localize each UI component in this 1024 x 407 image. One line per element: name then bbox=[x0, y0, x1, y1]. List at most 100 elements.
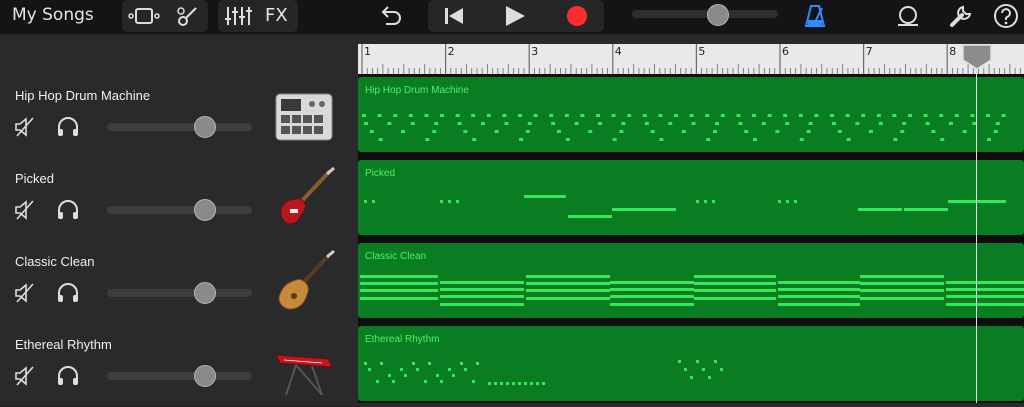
mute-icon[interactable] bbox=[14, 199, 36, 226]
timeline-ruler[interactable]: 1 2 3 4 5 6 7 8 bbox=[358, 44, 1024, 74]
drum-machine-icon bbox=[272, 84, 336, 148]
track-volume-thumb[interactable] bbox=[194, 116, 216, 138]
region-ethereal-rhythm[interactable]: Ethereal Rhythm bbox=[358, 326, 1024, 401]
midi-note bbox=[551, 122, 556, 125]
midi-note bbox=[504, 122, 509, 125]
track-volume-slider[interactable] bbox=[107, 365, 252, 387]
midi-note bbox=[360, 282, 438, 285]
playhead[interactable] bbox=[962, 44, 992, 403]
ruler-bar-label: 8 bbox=[949, 45, 957, 58]
track-header-classic-clean[interactable]: Classic Clean bbox=[0, 240, 358, 324]
midi-note bbox=[526, 289, 610, 292]
headphones-icon[interactable] bbox=[56, 282, 80, 309]
midi-note bbox=[714, 360, 717, 363]
headphones-icon[interactable] bbox=[56, 116, 80, 143]
midi-note bbox=[708, 376, 711, 379]
midi-note bbox=[612, 138, 617, 141]
midi-note bbox=[392, 380, 395, 383]
ruler-bar-label: 7 bbox=[865, 45, 873, 58]
rewind-icon[interactable] bbox=[444, 6, 464, 31]
region-notes bbox=[364, 360, 723, 385]
midi-note bbox=[557, 130, 561, 133]
midi-note bbox=[696, 360, 699, 363]
midi-note bbox=[860, 289, 944, 292]
headphones-icon[interactable] bbox=[56, 199, 80, 226]
midi-note bbox=[533, 114, 538, 117]
midi-note bbox=[619, 130, 624, 133]
my-songs-button[interactable]: My Songs bbox=[12, 5, 94, 25]
track-volume-thumb[interactable] bbox=[194, 365, 216, 387]
midi-note bbox=[506, 382, 509, 385]
track-volume-thumb[interactable] bbox=[194, 282, 216, 304]
ruler-bar-label: 4 bbox=[614, 45, 622, 58]
midi-note bbox=[500, 382, 503, 385]
midi-note bbox=[712, 200, 715, 203]
midi-note bbox=[564, 114, 569, 117]
settings-icon[interactable] bbox=[948, 3, 974, 34]
midi-note bbox=[612, 208, 676, 211]
midi-note bbox=[783, 114, 788, 117]
tracks-area[interactable]: Hip Hop Drum Machine Picked Classic Clea… bbox=[358, 74, 1024, 403]
metronome-icon[interactable] bbox=[804, 4, 826, 33]
bass-guitar-icon bbox=[272, 166, 336, 231]
undo-icon[interactable] bbox=[378, 4, 404, 33]
track-header-hip-hop-drum-machine[interactable]: Hip Hop Drum Machine bbox=[0, 74, 358, 158]
playhead-handle[interactable] bbox=[962, 44, 992, 70]
midi-note bbox=[457, 122, 462, 125]
mixer-icon[interactable] bbox=[224, 5, 252, 32]
midi-note bbox=[568, 215, 612, 218]
midi-note bbox=[376, 380, 379, 383]
midi-note bbox=[720, 114, 725, 117]
track-header-ethereal-rhythm[interactable]: Ethereal Rhythm bbox=[0, 323, 358, 407]
midi-note bbox=[432, 130, 437, 133]
mute-icon[interactable] bbox=[14, 365, 36, 392]
midi-note bbox=[596, 114, 600, 117]
midi-note bbox=[387, 122, 392, 125]
midi-note bbox=[404, 374, 407, 377]
midi-note bbox=[471, 114, 476, 117]
midi-note bbox=[416, 368, 419, 371]
midi-note bbox=[861, 114, 866, 117]
midi-note bbox=[436, 374, 439, 377]
midi-note bbox=[502, 114, 507, 117]
midi-note bbox=[372, 200, 375, 203]
loop-icon[interactable] bbox=[896, 4, 920, 33]
track-volume-slider[interactable] bbox=[107, 199, 252, 221]
midi-note bbox=[378, 138, 383, 141]
tracks-view-icon[interactable] bbox=[128, 8, 160, 29]
region-hip-hop-drum-machine[interactable]: Hip Hop Drum Machine bbox=[358, 77, 1024, 152]
midi-note bbox=[428, 362, 431, 365]
browser-icon[interactable] bbox=[176, 4, 200, 33]
region-picked[interactable]: Picked bbox=[358, 160, 1024, 235]
mute-icon[interactable] bbox=[14, 282, 36, 309]
midi-note bbox=[860, 282, 944, 285]
record-icon[interactable] bbox=[566, 5, 588, 32]
midi-note bbox=[360, 289, 438, 292]
track-volume-slider[interactable] bbox=[107, 282, 252, 304]
midi-note bbox=[832, 122, 836, 125]
master-volume-thumb[interactable] bbox=[707, 4, 729, 26]
region-classic-clean[interactable]: Classic Clean bbox=[358, 243, 1024, 318]
midi-note bbox=[525, 130, 530, 133]
midi-note bbox=[542, 382, 545, 385]
midi-note bbox=[925, 122, 930, 125]
midi-note bbox=[713, 130, 717, 133]
track-volume-thumb[interactable] bbox=[194, 199, 216, 221]
region-notes bbox=[364, 195, 1006, 218]
headphones-icon[interactable] bbox=[56, 365, 80, 392]
help-icon[interactable] bbox=[993, 3, 1019, 34]
midi-note bbox=[440, 288, 524, 291]
fx-button[interactable]: FX bbox=[265, 5, 288, 26]
track-header-picked[interactable]: Picked bbox=[0, 157, 358, 241]
mute-icon[interactable] bbox=[14, 116, 36, 143]
play-icon[interactable] bbox=[504, 5, 526, 32]
midi-note bbox=[610, 303, 694, 306]
view-group bbox=[122, 0, 208, 32]
track-volume-slider[interactable] bbox=[107, 116, 252, 138]
midi-note bbox=[986, 114, 990, 117]
midi-note bbox=[512, 382, 515, 385]
midi-note bbox=[668, 122, 673, 125]
midi-note bbox=[448, 200, 451, 203]
master-volume-slider[interactable] bbox=[632, 4, 778, 26]
midi-note bbox=[408, 114, 413, 117]
